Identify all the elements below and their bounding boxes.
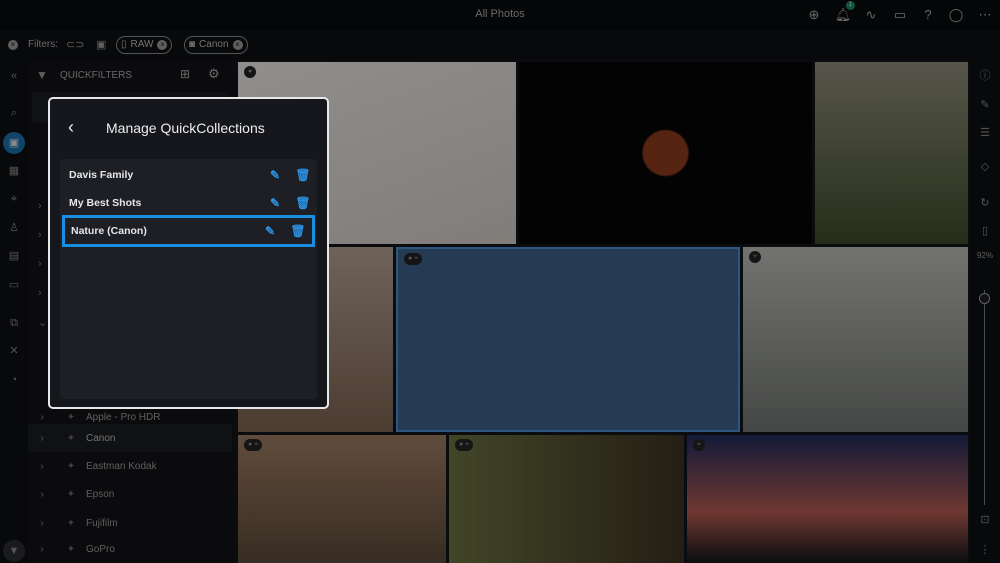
chevron-right-icon[interactable]: › [28,544,56,555]
chevron-right-icon[interactable]: › [28,518,56,529]
delete-trash-icon[interactable]: 🗑︎ [289,168,317,182]
remove-chip-icon[interactable]: × [232,40,243,50]
left-rail: « ⌕ ▣ ▦ ⌖ ♙ ▤ ▭ ⧉ ✕ ◔ ▼ [0,60,28,563]
photo-sunset[interactable]: ⌖ [687,435,968,563]
delete-trash-icon[interactable]: 🗑︎ [284,224,312,238]
collection-item[interactable]: My Best Shots ✎ 🗑︎ [60,189,317,217]
manage-collections-icon[interactable]: ⊞ [180,67,190,81]
photo-maple-leaf[interactable] [519,62,812,244]
tree-item[interactable]: › ✦ Apple - Pro HDR [28,410,232,424]
photo-sparrow[interactable]: ● ⌖ [238,435,446,563]
add-icon[interactable]: ⊕ [805,6,823,24]
more-vertical-icon[interactable]: ⋮ [977,542,993,558]
photo-hummingbird-selected[interactable]: ● ⌖ [396,247,740,432]
chevron-right-icon[interactable]: › [28,412,56,423]
camera-icon: ◙ [189,39,196,50]
search-icon[interactable]: ⌕ [6,105,22,121]
file-icon: ▯ [121,39,127,50]
photo-woodpecker[interactable]: ● ⌖ [449,435,684,563]
photos-icon[interactable]: ▣ [3,132,25,154]
delete-trash-icon[interactable]: 🗑︎ [289,196,317,210]
notification-badge: 1 [846,1,855,10]
collections-list: Davis Family ✎ 🗑︎ My Best Shots ✎ 🗑︎ Nature … [60,159,317,399]
people-icon[interactable]: ♙ [6,220,22,236]
save-filter-icon[interactable]: ▣ [96,38,106,51]
account-icon[interactable]: ◯ [947,6,965,24]
calendar-icon[interactable]: ▦ [6,163,22,179]
photo-foggy-trees[interactable]: ⌖ [743,247,968,432]
tag-icon[interactable]: ◇ [977,159,993,175]
edit-icon[interactable]: ✎ [977,97,993,113]
pin-icon[interactable]: ✦ [56,412,86,423]
settings-icon[interactable]: ⚙ [208,66,220,82]
edit-pencil-icon[interactable]: ✎ [261,168,289,182]
collection-item-selected[interactable]: Nature (Canon) ✎ 🗑︎ [62,215,315,247]
manage-quickcollections-dialog: ‹ Manage QuickCollections Davis Family ✎ 🗑… [48,97,329,409]
folder-icon[interactable]: ▭ [6,277,22,293]
collapse-icon[interactable]: « [6,68,22,84]
dashboard-icon[interactable]: ◔ [6,372,22,388]
link-icon[interactable]: ⊂⊃ [66,38,84,51]
photo-junco[interactable] [815,62,968,244]
tree-item[interactable]: › ✦ GoPro [28,535,232,563]
devices-icon[interactable]: ▭ [891,6,909,24]
quickfilters-title: QUICKFILTERS [60,70,133,81]
zoom-level: 92% [976,251,993,260]
chevron-right-icon[interactable]: › [28,433,56,444]
tools-icon[interactable]: ✕ [6,343,22,359]
tree-item-canon[interactable]: › ✦ Canon [28,424,232,452]
tree-item[interactable]: › ✦ Epson [28,480,232,508]
tree-item[interactable]: › ✦ Eastman Kodak [28,452,232,480]
back-arrow-icon[interactable]: ‹ [68,117,74,138]
export-icon[interactable]: ⊡ [977,512,993,528]
pin-icon[interactable]: ✦ [56,433,86,444]
remove-chip-icon[interactable]: × [157,40,168,50]
chevron-right-icon[interactable]: › [28,461,56,472]
pin-icon[interactable]: ✦ [56,518,86,529]
rotate-icon[interactable]: ↻ [977,195,993,211]
tree-item[interactable]: › ✦ Fujifilm [28,509,232,537]
edit-pencil-icon[interactable]: ✎ [256,224,284,238]
chevron-right-icon[interactable]: › [28,489,56,500]
filters-label: Filters: [28,39,58,50]
pin-icon[interactable]: ✦ [56,489,86,500]
camera-icon[interactable]: ▤ [6,248,22,264]
filter-chip-canon[interactable]: ◙ Canon × [184,36,248,54]
dialog-title: Manage QuickCollections [106,120,265,136]
albums-icon[interactable]: ⧉ [6,315,22,331]
zoom-slider-track[interactable] [984,290,985,505]
edit-pencil-icon[interactable]: ✎ [261,196,289,210]
photo-grid: ● ● ⌖ ⌖ ● ⌖ ● ⌖ ⌖ [236,60,968,563]
pin-icon[interactable]: ✦ [56,461,86,472]
clear-filters-icon[interactable]: × [8,40,18,50]
info-icon[interactable]: ⓘ [977,68,993,84]
zoom-slider-handle[interactable] [979,293,990,304]
trash-icon[interactable]: ▯ [977,223,993,239]
location-icon[interactable]: ⌖ [6,191,22,207]
right-toolbar: ⓘ ✎ ☰ ◇ ↻ ▯ 92% ⊡ ⋮ [970,60,1000,563]
filter-chip-raw[interactable]: ▯ RAW × [116,36,173,54]
filter-toggle-icon[interactable]: ▼ [3,540,25,562]
top-bar: All Photos ⊕ 🔔︎ 1 ∿ ▭ ? ◯ ⋯ [0,0,1000,30]
collection-item[interactable]: Davis Family ✎ 🗑︎ [60,161,317,189]
more-icon[interactable]: ⋯ [976,6,994,24]
help-icon[interactable]: ? [919,6,937,24]
pin-icon[interactable]: ✦ [56,544,86,555]
activity-icon[interactable]: ∿ [862,6,880,24]
adjust-icon[interactable]: ☰ [977,125,993,141]
filter-icon: ▼ [36,68,48,82]
